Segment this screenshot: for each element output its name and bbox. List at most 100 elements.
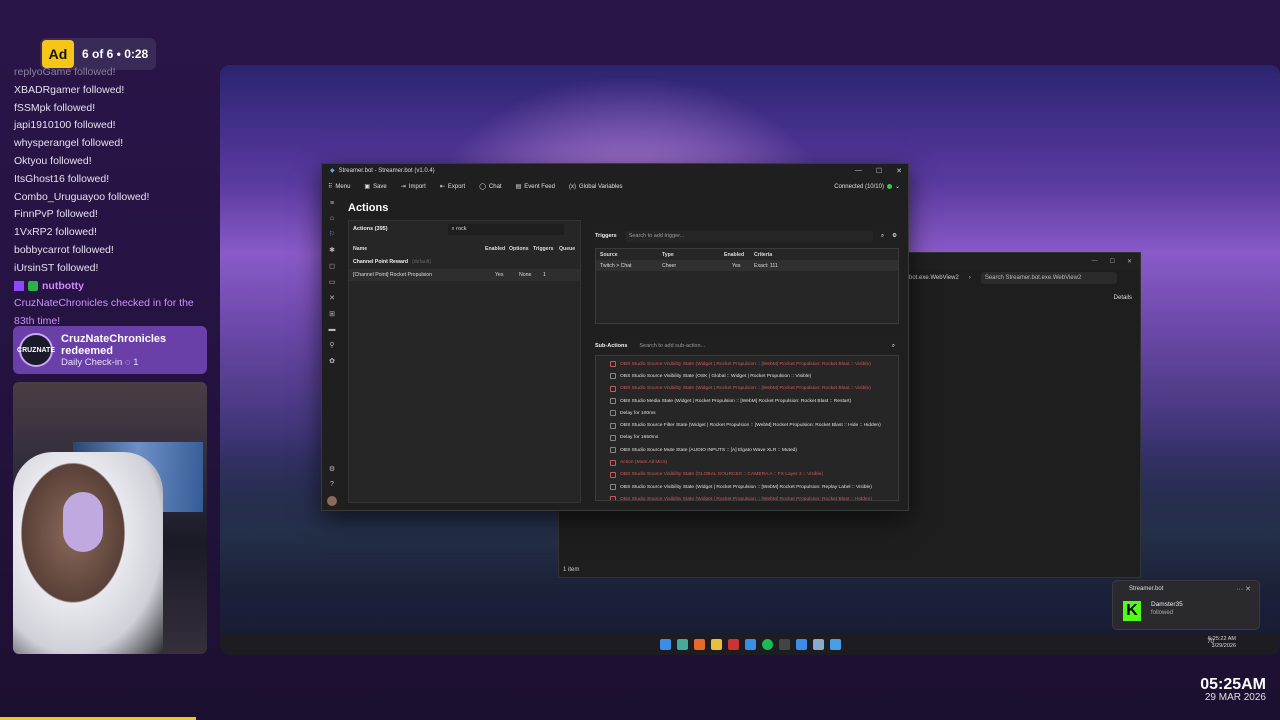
save-button[interactable]: ▣ Save <box>364 183 386 191</box>
minimize-icon[interactable]: — <box>1092 258 1098 264</box>
actions-table-header: Name Enabled Options Triggers Queue <box>349 243 580 255</box>
menu-label: Menu <box>335 183 351 190</box>
maximize-icon[interactable]: ☐ <box>1110 258 1115 265</box>
taskbar-time: 5:25:22 AM <box>1208 636 1236 642</box>
chat-icon: ◯ <box>479 184 486 190</box>
obs-icon[interactable] <box>778 638 790 650</box>
subaction-item[interactable]: Action (Mute All Mics) <box>596 456 898 468</box>
trigger-criteria: Exact: 111 <box>754 262 778 269</box>
app-icon[interactable] <box>795 638 807 650</box>
streamerbot-window: ◆ Streamer.bot - Streamer.bot (v1.0.4) —… <box>321 163 909 511</box>
toast-controls[interactable]: ··· ✕ <box>1236 585 1251 593</box>
close-icon[interactable]: ✕ <box>1127 258 1132 265</box>
chat-icon[interactable]: ◻ <box>329 262 335 270</box>
subaction-text: Delay for 1650ms <box>620 435 659 441</box>
settings-icon[interactable]: ⚙ <box>329 465 335 473</box>
actions-icon[interactable]: ⚐ <box>329 230 335 238</box>
feed-event: iUrsinST followed! <box>14 261 99 274</box>
subaction-item[interactable]: Delay for 100ms <box>596 407 898 419</box>
menu-button[interactable]: ⠿ Menu <box>328 183 351 191</box>
bug-icon[interactable]: ✿ <box>329 357 335 365</box>
integrations-icon[interactable]: ✱ <box>329 246 335 254</box>
start-icon[interactable] <box>659 638 671 650</box>
maximize-icon[interactable]: ☐ <box>876 167 882 175</box>
home-icon[interactable]: ⌂ <box>330 215 334 222</box>
subaction-item[interactable]: OBS Studio Source Visibility State (Widg… <box>596 481 898 493</box>
col-type[interactable]: Type <box>662 252 724 258</box>
tools-icon[interactable]: ✕ <box>329 294 335 302</box>
chevron-right-icon[interactable]: › <box>969 275 971 281</box>
subaction-item[interactable]: OBS Studio Source Visibility State (Widg… <box>596 493 898 500</box>
group-header[interactable]: Channel Point Reward (default) <box>349 255 580 269</box>
subaction-item[interactable]: OBS Studio Source Visibility State (Widg… <box>596 383 898 395</box>
group-name: Channel Point Reward <box>353 259 409 265</box>
streamerbot-icon[interactable] <box>812 638 824 650</box>
chat-button[interactable]: ◯ Chat <box>479 183 501 191</box>
servers-icon[interactable]: ▬ <box>329 326 336 333</box>
notification-toast[interactable]: Streamer.bot ··· ✕ K Damster35 followed <box>1112 580 1260 630</box>
subaction-item[interactable]: OBS Studio Source Mute State (AUDIO INPU… <box>596 444 898 456</box>
app-icon[interactable] <box>829 638 841 650</box>
actions-search[interactable]: ⌕ rock <box>447 223 564 235</box>
bot-line: nutbotty <box>14 278 210 296</box>
video-icon[interactable]: ▭ <box>329 278 336 286</box>
details-button[interactable]: Details <box>1114 295 1132 301</box>
col-queue[interactable]: Queue <box>559 246 575 252</box>
kick-icon: K <box>1123 601 1141 621</box>
spotify-icon[interactable] <box>761 638 773 650</box>
subaction-item[interactable]: OBS Studio Source Filter State (Widget |… <box>596 419 898 431</box>
subaction-item[interactable]: Delay for 1650ms <box>596 432 898 444</box>
webview-search[interactable]: Search Streamer.bot.exe.WebView2 <box>980 272 1117 284</box>
export-label: Export <box>447 183 466 190</box>
minimize-icon[interactable]: — <box>855 167 862 175</box>
col-options[interactable]: Options <box>509 246 533 252</box>
col-name[interactable]: Name <box>353 246 485 252</box>
sb-logo-icon: ◆ <box>330 168 335 174</box>
subaction-item[interactable]: OBS Studio Media State (Widget | Rocket … <box>596 395 898 407</box>
global-variables-button[interactable]: (x) Global Variables <box>569 184 623 190</box>
close-icon[interactable]: ✕ <box>896 167 902 175</box>
col-enabled[interactable]: Enabled <box>724 252 754 258</box>
sb-titlebar: ◆ Streamer.bot - Streamer.bot (v1.0.4) —… <box>322 164 908 177</box>
hamburger-icon[interactable]: ≡ <box>330 200 334 207</box>
event-feed: replyoGame followed! XBADRgamer followed… <box>14 64 210 331</box>
taskbar-clock[interactable]: 5:25:22 AM 3/29/2026 <box>1208 636 1236 650</box>
browser-icon[interactable] <box>693 638 705 650</box>
app-icon[interactable] <box>727 638 739 650</box>
col-criteria[interactable]: Criteria <box>754 252 772 258</box>
help-icon[interactable]: ? <box>330 481 334 488</box>
subaction-item[interactable]: OBS Studio Source Visibility State (OSK … <box>596 370 898 382</box>
settings-icon[interactable]: ⚙ <box>892 233 901 239</box>
triggers-header: Triggers Search to add trigger... ⌕ ⚙ <box>593 230 901 242</box>
import-button[interactable]: ⇥ Import <box>401 183 426 191</box>
overlay-date: 29 MAR 2026 <box>1204 692 1266 703</box>
subaction-icon <box>610 484 616 491</box>
folder-icon[interactable] <box>710 638 722 650</box>
col-enabled[interactable]: Enabled <box>485 246 509 252</box>
connection-status[interactable]: Connected (10/10) ⌄ <box>834 183 908 191</box>
subaction-item[interactable]: OBS Studio Source Visibility State (GLOB… <box>596 469 898 481</box>
col-triggers[interactable]: Triggers <box>533 246 559 252</box>
subaction-item[interactable]: OBS Studio Source Visibility State (Widg… <box>596 358 898 370</box>
toast-name: Damster35 <box>1151 601 1183 608</box>
app-icon[interactable] <box>744 638 756 650</box>
user-avatar[interactable] <box>327 496 337 506</box>
chrome-icon[interactable] <box>676 638 688 650</box>
search-icon[interactable]: ⌕ <box>881 233 884 240</box>
trigger-search[interactable]: Search to add trigger... <box>624 230 873 242</box>
table-row[interactable]: Twitch > Chat Cheer Yes Exact: 111 <box>596 260 898 271</box>
webview-tab[interactable]: bot.exe.WebView2 <box>909 275 959 281</box>
col-source[interactable]: Source <box>600 252 662 258</box>
search-icon[interactable]: ⌕ <box>892 343 901 350</box>
actions-search-value: rock <box>456 225 467 232</box>
plug-icon[interactable]: ⚲ <box>329 341 334 349</box>
subactions-header: Sub-Actions Search to add sub-action... … <box>593 340 901 352</box>
apps-icon[interactable]: ⊞ <box>329 310 335 318</box>
reward-name: Daily Check-in <box>61 356 123 368</box>
subaction-icon <box>610 385 616 392</box>
subaction-search[interactable]: Search to add sub-action... <box>635 341 884 352</box>
table-row[interactable]: [Channel Point] Rocket Propulsion Yes No… <box>349 269 580 281</box>
export-button[interactable]: ⇤ Export <box>440 183 466 191</box>
feed-event: ItsGhost16 followed! <box>14 172 110 185</box>
event-feed-button[interactable]: ▤ Event Feed <box>516 183 555 191</box>
